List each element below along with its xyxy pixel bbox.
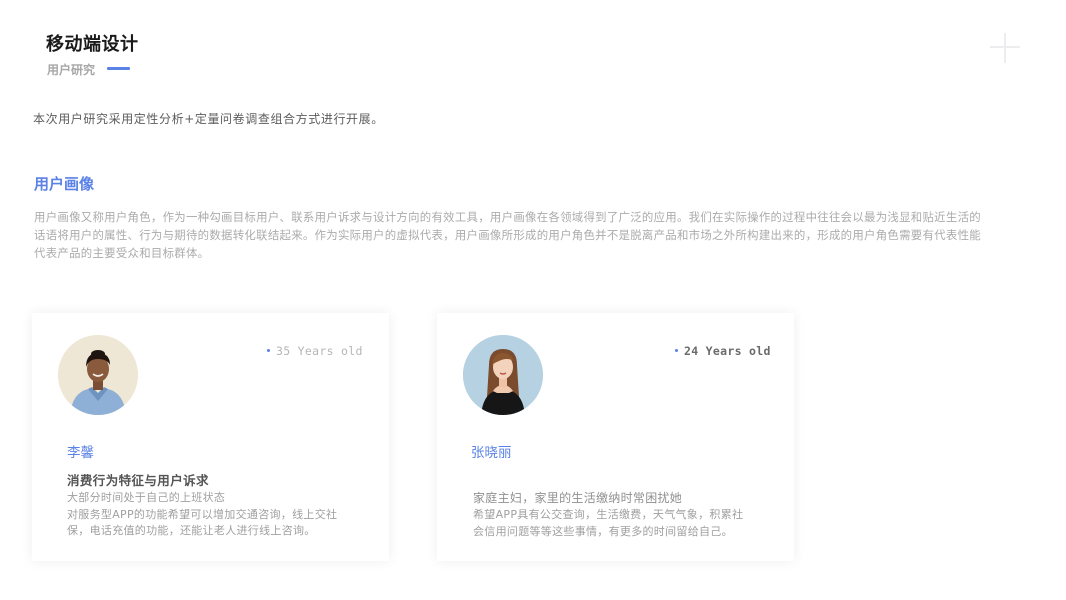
persona-line: 希望APP具有公交查询，生活缴费，天气气象，积累社 (473, 508, 744, 521)
bullet-dot-icon (675, 349, 678, 352)
age-value: 24 Years old (684, 344, 771, 358)
bullet-dot-icon (267, 349, 270, 352)
age-label: 24 Years old (675, 344, 771, 358)
age-value: 35 Years old (276, 344, 363, 358)
persona-name: 李馨 (67, 445, 94, 461)
persona-description: 大部分时间处于自己的上班状态 对服务型APP的功能希望可以增加交通咨询，线上交社… (67, 490, 367, 540)
persona-line: 大部分时间处于自己的上班状态 (67, 491, 226, 504)
persona-line: 保，电话充值的功能，还能让老人进行线上咨询。 (67, 524, 316, 537)
persona-heading: 消费行为特征与用户诉求 (67, 473, 209, 488)
page-title: 移动端设计 (46, 34, 139, 55)
persona-name: 张晓丽 (471, 445, 512, 461)
page-subtitle: 用户研究 (47, 63, 96, 77)
persona-description: 家庭主妇，家里的生活缴纳时常困扰她 希望APP具有公交查询，生活缴费，天气气象，… (473, 489, 773, 540)
age-label: 35 Years old (267, 344, 363, 358)
persona-card: 35 Years old 李馨 消费行为特征与用户诉求 大部分时间处于自己的上班… (32, 313, 389, 561)
subtitle-accent-bar (107, 67, 130, 70)
plus-icon (990, 33, 1020, 63)
persona-lead: 家庭主妇，家里的生活缴纳时常困扰她 (473, 491, 683, 505)
woman-in-blue-uniform-icon (58, 335, 138, 415)
persona-line: 会信用问题等等这些事情，有更多的时间留给自己。 (473, 524, 733, 538)
section-description: 用户画像又称用户角色，作为一种勾画目标用户、联系用户诉求与设计方向的有效工具，用… (34, 210, 981, 260)
persona-card: 24 Years old 张晓丽 家庭主妇，家里的生活缴纳时常困扰她 希望APP… (437, 313, 794, 561)
section-heading: 用户画像 (34, 175, 95, 193)
persona-line: 对服务型APP的功能希望可以增加交通咨询，线上交社 (67, 507, 338, 521)
woman-in-black-dress-icon (463, 335, 543, 415)
avatar (463, 335, 543, 415)
intro-text: 本次用户研究采用定性分析+定量问卷调查组合方式进行开展。 (33, 112, 384, 126)
avatar (58, 335, 138, 415)
